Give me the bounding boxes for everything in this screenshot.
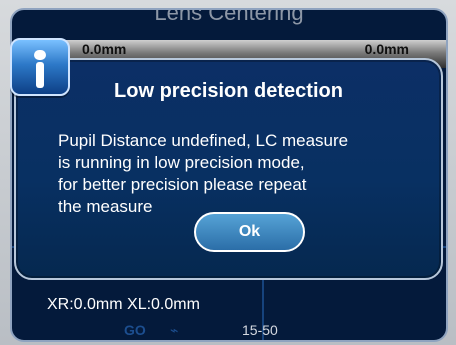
info-icon — [10, 38, 70, 96]
modal-message-line-2: is running in low precision mode, — [58, 153, 305, 172]
modal-message-line-1: Pupil Distance undefined, LC measure — [58, 131, 349, 150]
xr-xl-readout: XR:0.0mm XL:0.0mm — [47, 296, 200, 313]
modal-title: Low precision detection — [114, 80, 343, 102]
measurement-right-value: 0.0mm — [364, 41, 409, 57]
screen-title: Lens Centering — [154, 8, 304, 25]
info-stem — [36, 62, 44, 88]
info-dot — [34, 50, 46, 60]
status-go: GO — [124, 322, 146, 338]
modal-message: Pupil Distance undefined, LC measure is … — [58, 130, 428, 218]
status-bar: GO ⌁ 15-50 — [92, 320, 362, 340]
low-precision-modal: Low precision detection Pupil Distance u… — [14, 58, 443, 280]
measurement-left-value: 0.0mm — [82, 41, 127, 57]
wifi-icon: ⌁ — [170, 322, 179, 338]
modal-message-line-3: for better precision please repeat — [58, 175, 307, 194]
status-time: 15-50 — [242, 322, 278, 338]
ok-button[interactable]: Ok — [194, 212, 305, 252]
